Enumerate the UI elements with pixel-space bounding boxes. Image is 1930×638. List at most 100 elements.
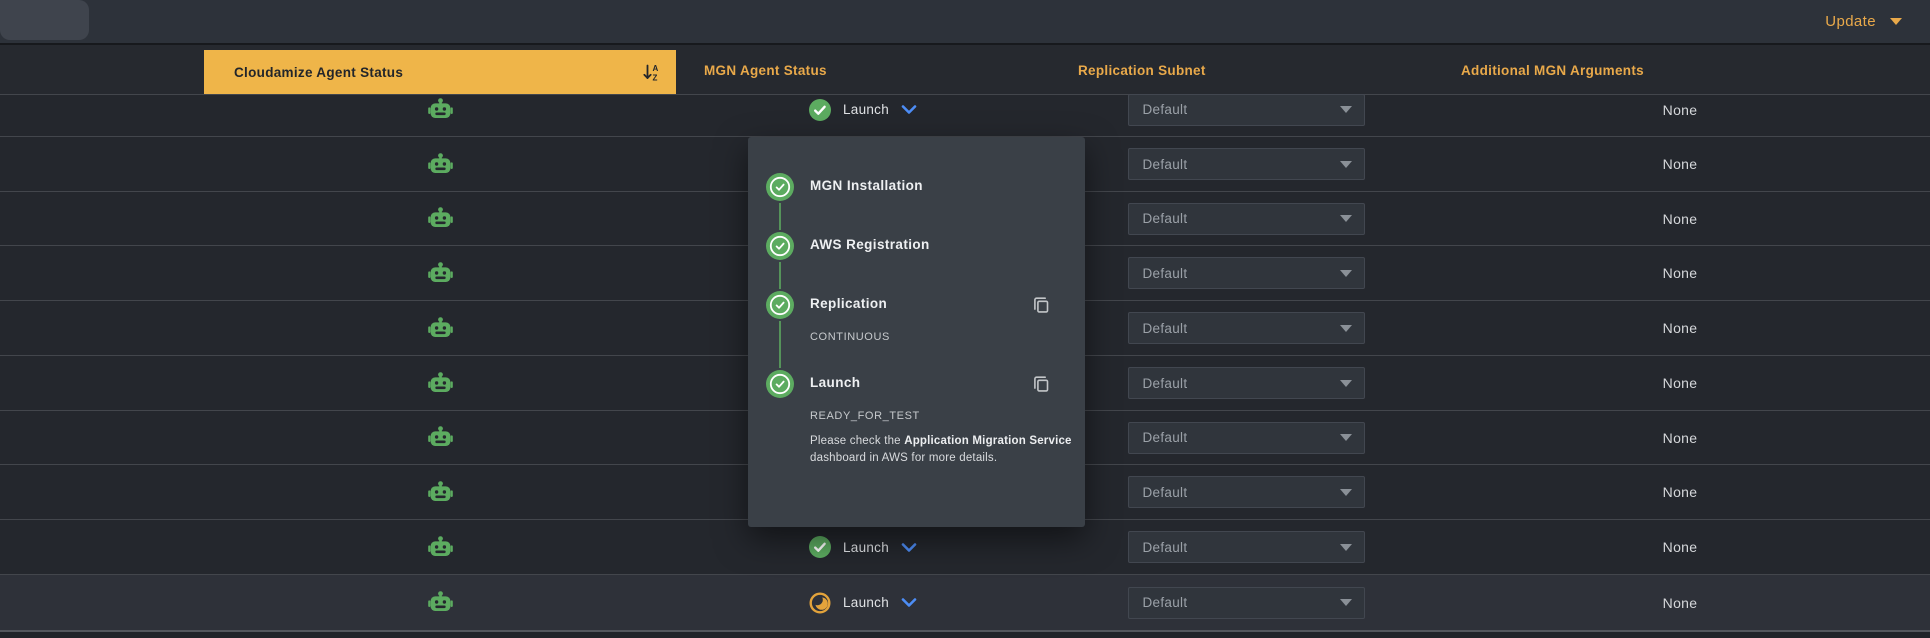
copy-icon[interactable] (1031, 295, 1051, 315)
replication-subnet-select[interactable]: Default (1128, 94, 1365, 126)
additional-mgn-arguments-value: None (1663, 102, 1698, 118)
replication-subnet-select[interactable]: Default (1128, 422, 1365, 454)
table-row: Launch Default None (0, 95, 1930, 137)
status-in-progress-icon (809, 592, 831, 614)
dropdown-caret-icon (1340, 325, 1352, 332)
column-header-additional-mgn-arguments[interactable]: Additional MGN Arguments (1461, 45, 1644, 95)
replication-subnet-select[interactable]: Default (1128, 476, 1365, 508)
popover-note: Please check the Application Migration S… (810, 433, 1082, 467)
column-header-label: Cloudamize Agent Status (234, 65, 403, 80)
cloudamize-agent-robot-icon (428, 262, 453, 285)
replication-subnet-select[interactable]: Default (1128, 587, 1365, 619)
step-title: AWS Registration (810, 237, 930, 252)
mgn-status-label: Launch (843, 102, 889, 117)
additional-mgn-arguments-value: None (1663, 595, 1698, 611)
additional-mgn-arguments-value: None (1663, 265, 1698, 281)
step-connector-line (779, 203, 782, 230)
cloudamize-agent-robot-icon (428, 372, 453, 395)
mgn-status-expander[interactable]: Launch (809, 99, 917, 121)
subnet-selected-value: Default (1143, 211, 1188, 226)
mgn-status-expander[interactable]: Launch (809, 592, 917, 614)
column-header-replication-subnet[interactable]: Replication Subnet (1078, 45, 1206, 95)
additional-mgn-arguments-value: None (1663, 156, 1698, 172)
subnet-selected-value: Default (1143, 321, 1188, 336)
dropdown-caret-icon (1340, 599, 1352, 606)
top-bar: Update (0, 0, 1930, 43)
dropdown-caret-icon (1340, 544, 1352, 551)
mgn-status-label: Launch (843, 540, 889, 555)
update-label: Update (1825, 13, 1876, 30)
step-status-value: CONTINUOUS (810, 331, 890, 343)
chevron-down-icon[interactable] (901, 105, 917, 114)
subnet-selected-value: Default (1143, 430, 1188, 445)
step-connector-line (779, 321, 782, 368)
subnet-selected-value: Default (1143, 376, 1188, 391)
status-success-icon (809, 536, 831, 558)
replication-subnet-select[interactable]: Default (1128, 148, 1365, 180)
dropdown-caret-icon (1340, 106, 1352, 113)
cloudamize-agent-robot-icon (428, 426, 453, 449)
dropdown-caret-icon (1340, 489, 1352, 496)
step-success-check-icon (766, 291, 794, 319)
chevron-down-icon (1890, 18, 1902, 25)
note-text: dashboard in AWS for more details. (810, 452, 997, 464)
cloudamize-agent-robot-icon (428, 153, 453, 176)
subnet-selected-value: Default (1143, 266, 1188, 281)
dropdown-caret-icon (1340, 161, 1352, 168)
svg-text:A: A (653, 64, 659, 73)
additional-mgn-arguments-value: None (1663, 211, 1698, 227)
step-title: MGN Installation (810, 178, 923, 193)
column-header-mgn-agent-status[interactable]: MGN Agent Status (704, 45, 827, 95)
step-success-check-icon (766, 232, 794, 260)
chevron-down-icon[interactable] (901, 598, 917, 607)
dropdown-caret-icon (1340, 434, 1352, 441)
step-title: Replication (810, 296, 887, 311)
replication-subnet-select[interactable]: Default (1128, 203, 1365, 235)
table-row: Launch Default None (0, 575, 1930, 630)
step-connector-line (779, 262, 782, 289)
note-text: Please check the (810, 435, 904, 447)
mgn-status-expander[interactable]: Launch (809, 536, 917, 558)
step-status-value: READY_FOR_TEST (810, 410, 920, 422)
cloudamize-agent-robot-icon (428, 98, 453, 121)
additional-mgn-arguments-value: None (1663, 430, 1698, 446)
dropdown-caret-icon (1340, 380, 1352, 387)
step-success-check-icon (766, 370, 794, 398)
cloudamize-agent-robot-icon (428, 591, 453, 614)
subnet-selected-value: Default (1143, 157, 1188, 172)
table-footer-strip (0, 630, 1930, 638)
replication-subnet-select[interactable]: Default (1128, 367, 1365, 399)
additional-mgn-arguments-value: None (1663, 484, 1698, 500)
column-header-cloudamize-agent-status[interactable]: Cloudamize Agent Status A Z (204, 50, 676, 94)
step-title: Launch (810, 375, 860, 390)
note-bold-text: Application Migration Service (904, 435, 1071, 447)
dropdown-caret-icon (1340, 215, 1352, 222)
toolbar-tab-fragment (0, 0, 89, 40)
status-success-icon (809, 99, 831, 121)
additional-mgn-arguments-value: None (1663, 539, 1698, 555)
table-row: Launch Default None (0, 520, 1930, 575)
step-success-check-icon (766, 173, 794, 201)
dropdown-caret-icon (1340, 270, 1352, 277)
subnet-selected-value: Default (1143, 485, 1188, 500)
replication-subnet-select[interactable]: Default (1128, 312, 1365, 344)
cloudamize-agent-robot-icon (428, 481, 453, 504)
additional-mgn-arguments-value: None (1663, 320, 1698, 336)
additional-mgn-arguments-value: None (1663, 375, 1698, 391)
mgn-status-popover: MGN Installation AWS Registration Replicat… (748, 137, 1085, 527)
mgn-status-label: Launch (843, 595, 889, 610)
cloudamize-agent-robot-icon (428, 536, 453, 559)
table-header: Cloudamize Agent Status A Z MGN Agent St… (0, 45, 1930, 95)
copy-icon[interactable] (1031, 374, 1051, 394)
subnet-selected-value: Default (1143, 540, 1188, 555)
sort-alpha-down-icon[interactable]: A Z (642, 63, 662, 82)
cloudamize-agent-robot-icon (428, 317, 453, 340)
update-button[interactable]: Update (1825, 0, 1902, 43)
chevron-down-icon[interactable] (901, 543, 917, 552)
cloudamize-agent-robot-icon (428, 207, 453, 230)
replication-subnet-select[interactable]: Default (1128, 257, 1365, 289)
subnet-selected-value: Default (1143, 595, 1188, 610)
svg-text:Z: Z (653, 73, 658, 82)
subnet-selected-value: Default (1143, 102, 1188, 117)
replication-subnet-select[interactable]: Default (1128, 531, 1365, 563)
